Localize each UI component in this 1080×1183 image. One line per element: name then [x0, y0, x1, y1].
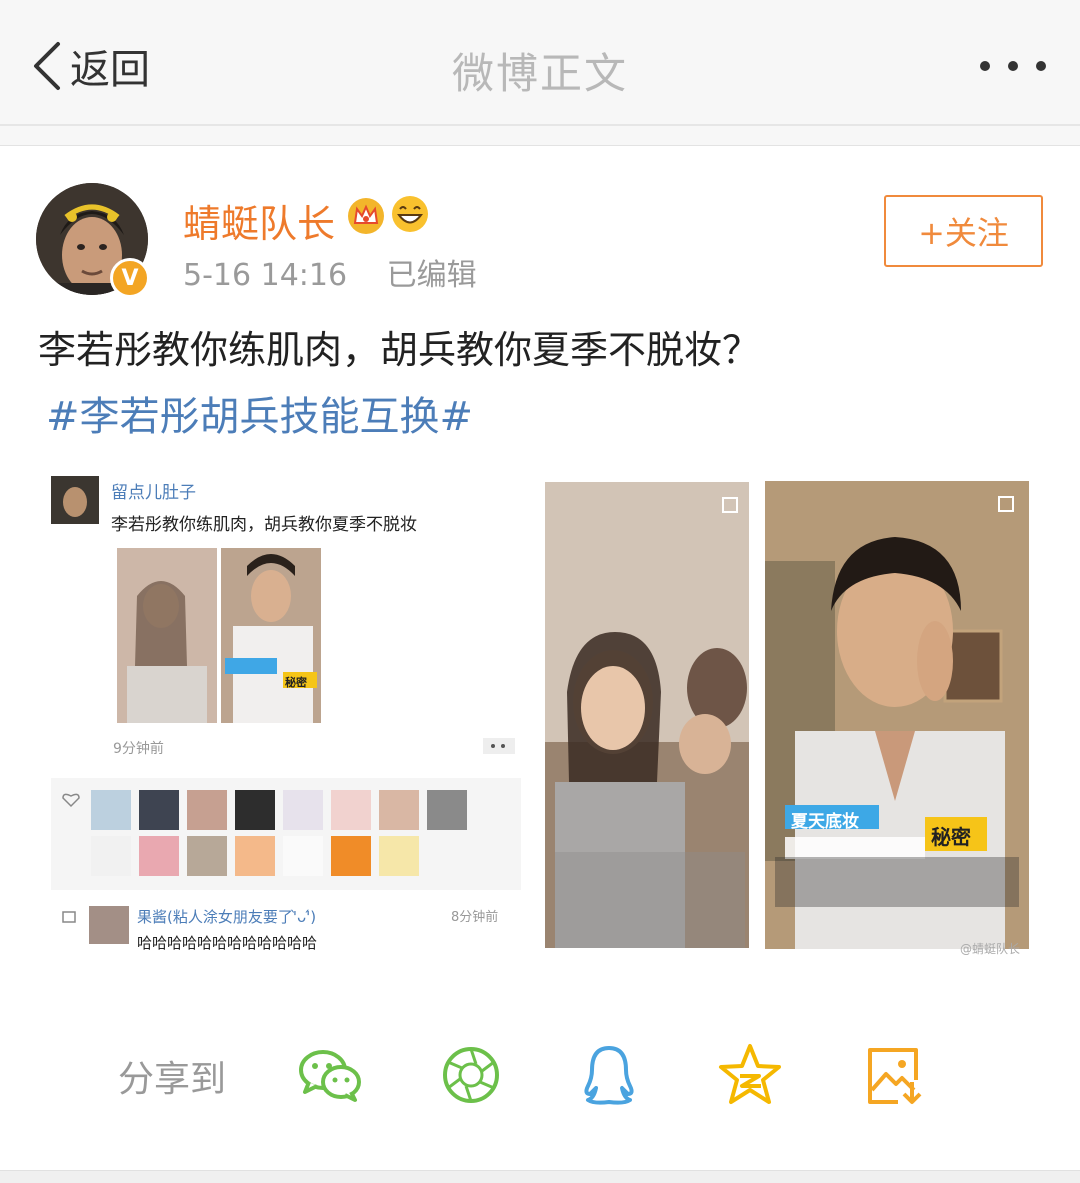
edited-status: 已编辑 — [386, 258, 477, 293]
share-bar: 分享到 — [0, 1030, 1080, 1120]
section-divider — [0, 126, 1080, 146]
post-text: 李若彤教你练肌肉，胡兵教你夏季不脱妆？ — [38, 328, 761, 372]
verified-badge-icon: V — [110, 258, 150, 298]
verified-mark: V — [121, 265, 139, 291]
post-image-1[interactable]: 留点儿肚子 李若彤教你练肌肉，胡兵教你夏季不脱妆 秘密 9分钟前 果酱(粘人涂女… — [37, 466, 535, 963]
post-image-3[interactable]: 夏天底妆 秘密 — [765, 481, 1029, 949]
embedded-screenshot-graphic — [37, 466, 535, 963]
embedded-text: 李若彤教你练肌肉，胡兵教你夏季不脱妆 — [111, 515, 417, 535]
more-dot-icon — [1008, 61, 1018, 71]
save-image-icon[interactable] — [858, 1040, 928, 1110]
author-name[interactable]: 蜻蜓队长 — [183, 193, 335, 248]
page-title: 微博正文 — [451, 49, 628, 98]
follow-button[interactable]: +关注 — [884, 195, 1043, 267]
chevron-left-icon — [34, 42, 60, 90]
video-caption-secret: 秘密 — [931, 825, 971, 849]
video-frame-graphic — [765, 481, 1029, 949]
video-caption-title: 夏天底妆 — [791, 812, 859, 832]
post-meta: 5-16 14:16 已编辑 — [183, 250, 477, 294]
back-label: 返回 — [70, 47, 150, 93]
video-frame-graphic — [545, 482, 749, 948]
embedded-thumb-caption: 秘密 — [285, 676, 307, 689]
more-dot-icon — [1036, 61, 1046, 71]
embedded-comment-text: 哈哈哈哈哈哈哈哈哈哈哈哈 — [137, 934, 318, 952]
nav-bar: 返回 微博正文 — [0, 0, 1080, 126]
embedded-comment-user: 果酱(粘人涂女朋友要了'̀ᴗ'́) — [137, 908, 317, 926]
embedded-comment-time: 8分钟前 — [451, 910, 499, 925]
hashtag-link[interactable]: #李若彤胡兵技能互换# — [46, 384, 473, 442]
smiley-emoji-icon — [392, 196, 428, 232]
moments-icon[interactable] — [436, 1040, 506, 1110]
more-options-button[interactable] — [980, 54, 1046, 78]
back-button[interactable]: 返回 — [28, 36, 150, 96]
post-time: 5-16 14:16 — [183, 258, 348, 293]
post-image-2[interactable] — [545, 482, 749, 948]
qq-icon[interactable] — [574, 1040, 644, 1110]
image-watermark: @蜻蜓队长 — [960, 942, 1021, 956]
more-dot-icon — [980, 61, 990, 71]
crown-icon — [348, 198, 384, 234]
embedded-time: 9分钟前 — [113, 741, 164, 757]
embedded-username: 留点儿肚子 — [111, 483, 196, 503]
share-label: 分享到 — [118, 1059, 227, 1100]
wechat-icon[interactable] — [295, 1040, 365, 1110]
qzone-icon[interactable] — [715, 1040, 785, 1110]
bottom-divider — [0, 1170, 1080, 1183]
